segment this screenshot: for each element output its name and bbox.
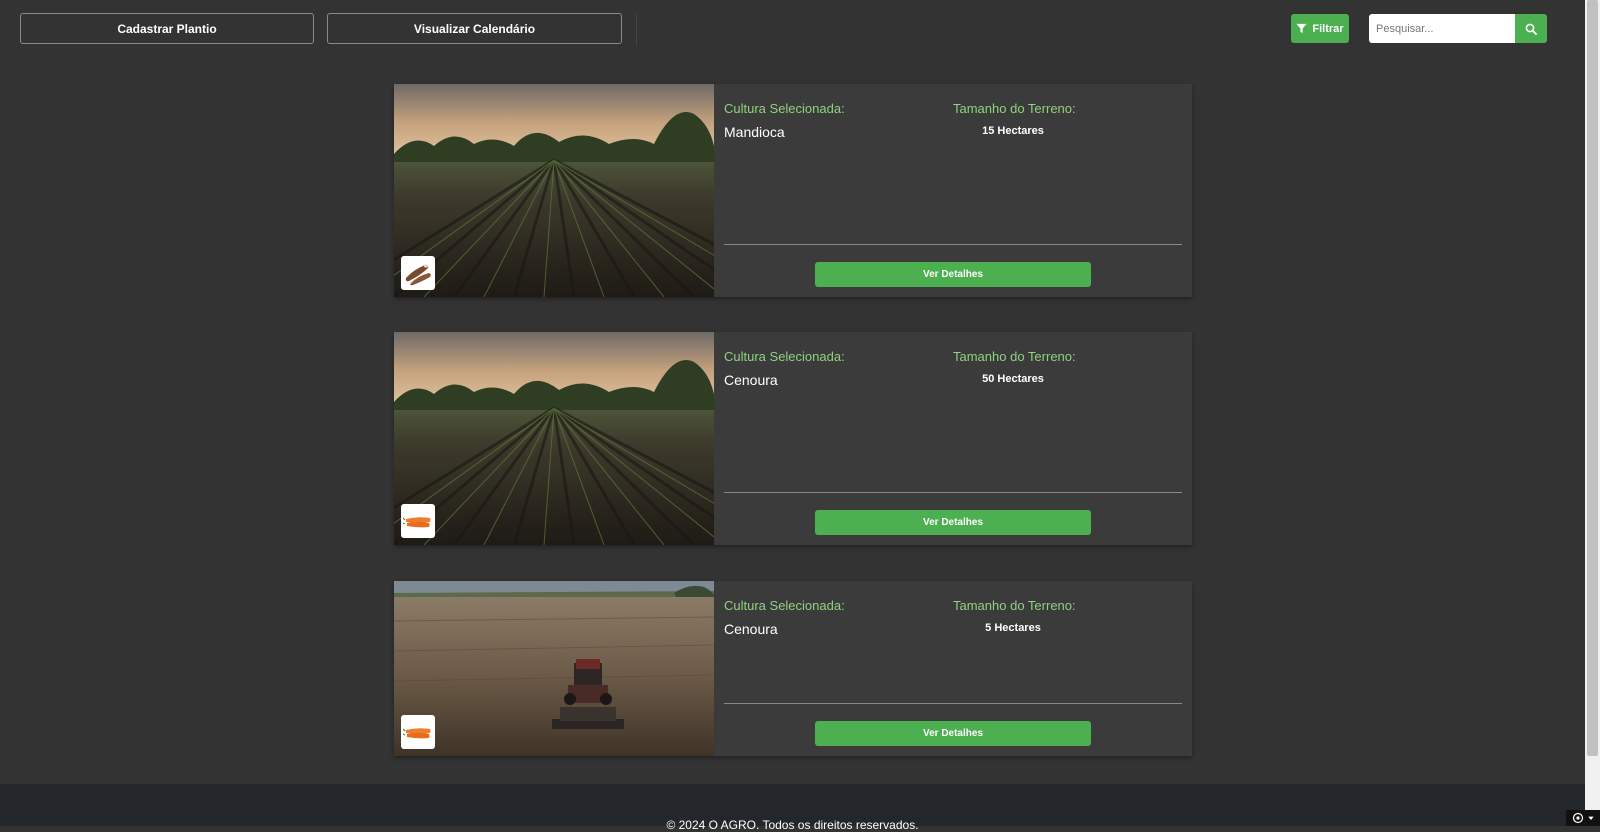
vertical-scrollbar[interactable] bbox=[1585, 0, 1600, 826]
land-size-value: 5 Hectares bbox=[985, 622, 1041, 634]
carrot-icon bbox=[403, 517, 431, 528]
field-photo bbox=[394, 581, 714, 756]
land-size-label: Tamanho do Terreno: bbox=[953, 349, 1076, 364]
crop-rows-field-image bbox=[394, 332, 714, 545]
land-size-label: Tamanho do Terreno: bbox=[953, 598, 1076, 613]
search-icon bbox=[1525, 23, 1537, 35]
funnel-icon bbox=[1296, 23, 1307, 34]
crop-thumbnail bbox=[401, 504, 435, 538]
crop-value: Cenoura bbox=[724, 372, 778, 388]
field-photo bbox=[394, 332, 714, 545]
card-divider bbox=[724, 244, 1182, 245]
footer-copyright: © 2024 O AGRO. Todos os direitos reserva… bbox=[666, 818, 919, 832]
card-divider bbox=[724, 703, 1182, 704]
crop-thumbnail bbox=[401, 715, 435, 749]
cassava-icon bbox=[405, 264, 431, 286]
land-size-value: 50 Hectares bbox=[982, 373, 1044, 385]
caret-down-icon bbox=[1587, 816, 1594, 820]
planting-card: Cultura Selecionada: Tamanho do Terreno:… bbox=[394, 332, 1192, 545]
filter-label: Filtrar bbox=[1312, 22, 1344, 35]
planting-card: Cultura Selecionada: Tamanho do Terreno:… bbox=[394, 581, 1192, 756]
corner-widget[interactable] bbox=[1566, 810, 1600, 826]
top-toolbar: Cadastrar Plantio Visualizar Calendário … bbox=[0, 0, 1585, 58]
crop-value: Cenoura bbox=[724, 621, 778, 637]
crop-label: Cultura Selecionada: bbox=[724, 349, 845, 364]
planting-card: Cultura Selecionada: Tamanho do Terreno:… bbox=[394, 84, 1192, 297]
land-size-value: 15 Hectares bbox=[982, 125, 1044, 137]
crop-thumbnail bbox=[401, 256, 435, 290]
crop-rows-field-image bbox=[394, 84, 714, 297]
card-divider bbox=[724, 492, 1182, 493]
view-details-button[interactable]: Ver Detalhes bbox=[815, 510, 1091, 535]
scrollbar-thumb[interactable] bbox=[1587, 0, 1598, 756]
tractor-field-image bbox=[394, 581, 714, 756]
search-input[interactable] bbox=[1369, 14, 1515, 43]
filter-button[interactable]: Filtrar bbox=[1291, 14, 1349, 43]
search-button[interactable] bbox=[1515, 14, 1547, 43]
field-photo bbox=[394, 84, 714, 297]
carrot-icon bbox=[403, 728, 431, 739]
crop-label: Cultura Selecionada: bbox=[724, 598, 845, 613]
crop-value: Mandioca bbox=[724, 124, 785, 140]
crop-label: Cultura Selecionada: bbox=[724, 101, 845, 116]
view-details-button[interactable]: Ver Detalhes bbox=[815, 262, 1091, 287]
register-planting-button[interactable]: Cadastrar Plantio bbox=[20, 13, 314, 44]
target-icon bbox=[1572, 812, 1583, 824]
land-size-label: Tamanho do Terreno: bbox=[953, 101, 1076, 116]
view-details-button[interactable]: Ver Detalhes bbox=[815, 721, 1091, 746]
page-footer: © 2024 O AGRO. Todos os direitos reserva… bbox=[0, 784, 1585, 832]
view-calendar-button[interactable]: Visualizar Calendário bbox=[327, 13, 622, 44]
toolbar-divider bbox=[636, 13, 637, 46]
